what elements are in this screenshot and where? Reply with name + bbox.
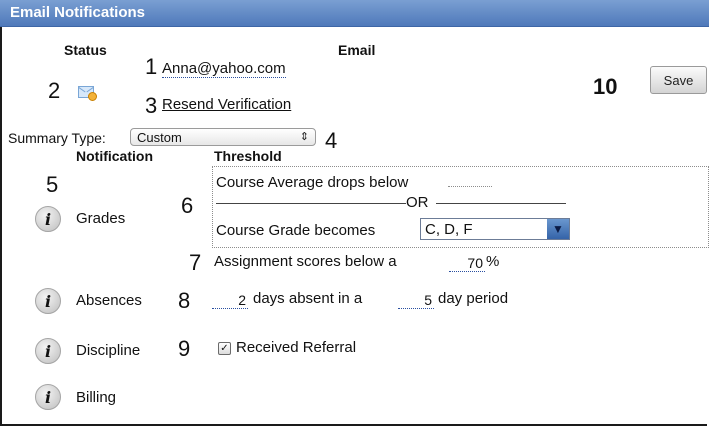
marker-5: 5 (46, 172, 59, 197)
notification-discipline: Discipline (76, 342, 141, 359)
marker-10: 10 (593, 74, 618, 99)
assignment-threshold-input[interactable]: 70 (449, 255, 485, 272)
info-icon[interactable]: i (35, 338, 61, 364)
received-referral-checkbox[interactable]: ✓ (218, 342, 231, 355)
resend-verification-link[interactable]: Resend Verification (162, 96, 291, 113)
marker-6: 6 (181, 193, 194, 218)
email-address[interactable]: Anna@yahoo.com (162, 60, 286, 78)
marker-4: 4 (325, 128, 338, 153)
triangle-down-icon: ▼ (547, 219, 569, 239)
summary-type-value: Custom (137, 129, 182, 145)
percent-sign: % (486, 253, 500, 270)
notification-absences: Absences (76, 292, 142, 309)
day-period-input[interactable]: 5 (398, 292, 434, 309)
days-absent-input[interactable]: 2 (212, 292, 248, 309)
save-button[interactable]: Save (650, 66, 707, 94)
course-grade-value: C, D, F (425, 220, 473, 238)
day-period-label: day period (438, 290, 509, 307)
course-grade-label: Course Grade becomes (216, 222, 376, 239)
or-label: OR (406, 194, 429, 211)
days-absent-label: days absent in a (253, 290, 363, 307)
notification-header: Notification (76, 148, 153, 164)
notification-grades: Grades (76, 210, 126, 227)
or-divider-left (216, 203, 406, 204)
threshold-header: Threshold (214, 148, 282, 164)
or-divider-right (436, 203, 566, 204)
panel-titlebar: Email Notifications (0, 0, 709, 27)
marker-1: 1 (145, 54, 158, 79)
marker-8: 8 (178, 288, 191, 313)
marker-7: 7 (189, 250, 202, 275)
status-envelope[interactable] (78, 86, 97, 101)
assignment-scores-label: Assignment scores below a (214, 253, 397, 270)
info-icon[interactable]: i (35, 384, 61, 410)
notification-billing: Billing (76, 389, 117, 406)
envelope-icon (78, 86, 97, 101)
info-icon[interactable]: i (35, 288, 61, 314)
marker-3: 3 (145, 93, 158, 118)
summary-type-label: Summary Type: (8, 130, 106, 146)
course-average-input[interactable] (448, 178, 492, 187)
updown-arrow-icon: ⇕ (299, 131, 309, 143)
email-header: Email (338, 42, 376, 58)
marker-9: 9 (178, 336, 191, 361)
status-header: Status (64, 42, 107, 58)
info-icon[interactable]: i (35, 206, 61, 232)
course-average-label: Course Average drops below (216, 174, 409, 191)
received-referral-label: Received Referral (236, 339, 357, 356)
panel-title: Email Notifications (10, 4, 146, 21)
course-grade-dropdown[interactable]: C, D, F ▼ (420, 218, 570, 240)
marker-2: 2 (48, 78, 61, 103)
summary-type-select[interactable]: Custom ⇕ (130, 128, 316, 146)
